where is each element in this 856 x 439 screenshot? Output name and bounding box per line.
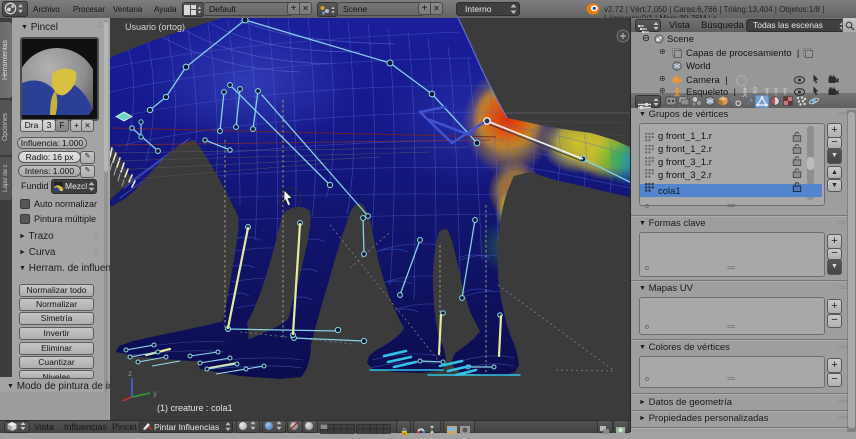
svg-text:z: z: [128, 369, 132, 378]
svg-text:(1) creature : cola1: (1) creature : cola1: [157, 403, 233, 413]
svg-text:Usuario (ortog): Usuario (ortog): [125, 22, 185, 32]
svg-text:y: y: [153, 389, 157, 398]
